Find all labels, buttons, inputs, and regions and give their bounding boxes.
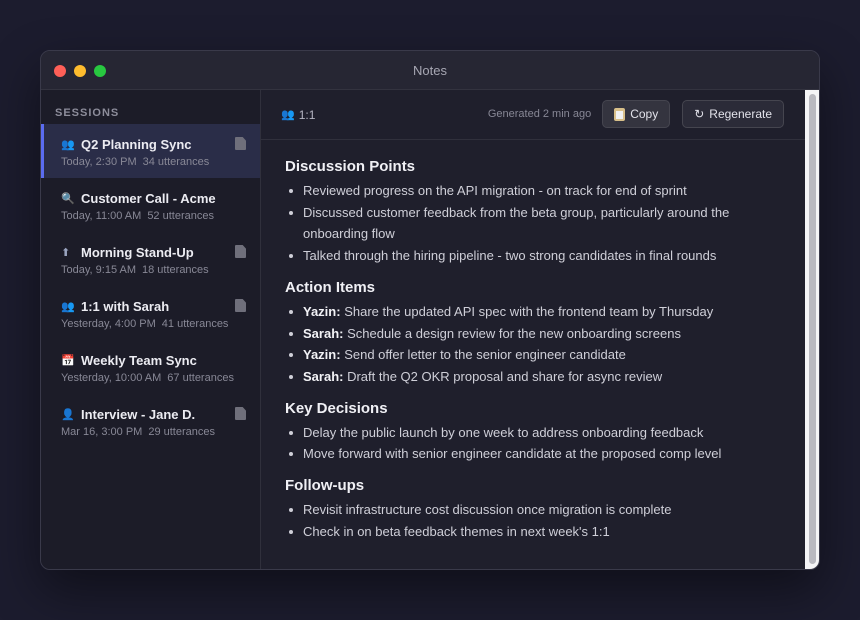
notes-window: Notes SESSIONS 👥 Q2 Planning Sync Today,… <box>40 50 820 570</box>
section-heading: Key Decisions <box>285 399 388 417</box>
session-title: Customer Call - Acme <box>81 190 216 206</box>
list-item: Delay the public launch by one week to a… <box>285 422 795 444</box>
list-item: Sarah: Draft the Q2 OKR proposal and sha… <box>285 366 795 388</box>
session-utterance-count: 52 utterances <box>147 210 214 222</box>
follow-ups-section: Follow-ups Revisit infrastructure cost d… <box>285 477 795 542</box>
session-item-interview-jane-d[interactable]: 👤 Interview - Jane D. Mar 16, 3:00 PM 29 … <box>41 394 260 448</box>
action-items-section: Action Items Yazin: Share the updated AP… <box>285 279 795 388</box>
document-icon <box>235 245 246 258</box>
clipboard-icon <box>614 107 626 121</box>
notes-content: Discussion Points Reviewed progress on t… <box>261 140 819 569</box>
list-item: Revisit infrastructure cost discussion o… <box>285 499 795 521</box>
session-item-morning-stand-up[interactable]: ⬆ Morning Stand-Up Today, 9:15 AM 18 utte… <box>41 232 260 286</box>
list-item: Move forward with senior engineer candid… <box>285 443 795 465</box>
session-utterance-count: 41 utterances <box>161 318 229 330</box>
assignee: Sarah: <box>303 368 344 384</box>
list-item: Check in on beta feedback themes in next… <box>285 521 795 543</box>
session-meta: Yesterday, 4:00 PM 41 utterances <box>61 318 260 330</box>
search-icon: 🔍 <box>61 192 75 205</box>
session-title: Q2 Planning Sync <box>81 136 192 152</box>
assignee: Yazin: <box>303 303 341 319</box>
scrollbar-thumb[interactable] <box>809 94 816 564</box>
list-item: Sarah: Schedule a design review for the … <box>285 323 795 345</box>
list-item: Yazin: Share the updated API spec with t… <box>285 301 795 323</box>
action-text: Send offer letter to the senior engineer… <box>340 347 626 363</box>
calendar-icon: 📅 <box>61 354 75 367</box>
meeting-type-label: 👥 1:1 <box>281 108 315 122</box>
generated-timestamp: Generated 2 min ago <box>487 108 592 120</box>
session-title: 1:1 with Sarah <box>81 298 170 314</box>
document-icon <box>235 407 246 420</box>
session-utterance-count: 34 utterances <box>142 156 210 168</box>
action-text: Schedule a design review for the new onb… <box>343 325 681 341</box>
list-item: Reviewed progress on the API migration -… <box>285 180 795 202</box>
section-heading: Discussion Points <box>285 158 416 175</box>
group-icon: 👥 <box>61 138 75 151</box>
session-time: Today, 11:00 AM <box>61 210 142 222</box>
session-title: Weekly Team Sync <box>81 352 197 368</box>
title-bar: Notes <box>41 51 819 90</box>
document-icon <box>235 137 246 150</box>
group-icon: 👥 <box>281 109 295 121</box>
meeting-type-text: 1:1 <box>298 107 316 122</box>
copy-button[interactable]: Copy <box>602 100 671 128</box>
assignee: Yazin: <box>303 347 341 363</box>
sidebar-header: SESSIONS <box>55 107 120 119</box>
regenerate-button[interactable]: ↻ Regenerate <box>682 100 784 128</box>
session-time: Mar 16, 3:00 PM <box>61 426 143 438</box>
session-utterance-count: 29 utterances <box>148 426 215 438</box>
list-item: Talked through the hiring pipeline - two… <box>285 245 795 267</box>
person-icon: 👤 <box>61 408 75 421</box>
key-decisions-section: Key Decisions Delay the public launch by… <box>285 400 795 465</box>
copy-button-label: Copy <box>630 107 659 121</box>
arrow-up-icon: ⬆ <box>61 246 71 259</box>
document-icon <box>235 299 246 312</box>
session-time: Today, 9:15 AM <box>61 264 137 276</box>
session-time: Yesterday, 10:00 AM <box>61 372 162 384</box>
section-heading: Action Items <box>285 278 376 296</box>
session-utterance-count: 18 utterances <box>142 264 209 276</box>
notes-toolbar: 👥 1:1 Generated 2 min ago Copy ↻ Regener… <box>261 90 819 140</box>
session-item-weekly-team-sync[interactable]: 📅 Weekly Team Sync Yesterday, 10:00 AM 67… <box>41 340 260 394</box>
vertical-scrollbar[interactable] <box>805 90 819 569</box>
section-heading: Follow-ups <box>285 477 365 495</box>
session-meta: Today, 2:30 PM 34 utterances <box>61 156 260 168</box>
regenerate-button-label: Regenerate <box>709 107 772 121</box>
window-title: Notes <box>413 63 447 78</box>
session-title: Interview - Jane D. <box>81 406 196 422</box>
sessions-sidebar: SESSIONS 👥 Q2 Planning Sync Today, 2:30 … <box>41 90 261 569</box>
session-item-1-1-with-sarah[interactable]: 👥 1:1 with Sarah Yesterday, 4:00 PM 41 ut… <box>41 286 260 340</box>
session-meta: Mar 16, 3:00 PM 29 utterances <box>61 426 260 438</box>
session-time: Today, 2:30 PM <box>61 156 137 168</box>
notes-panel: 👥 1:1 Generated 2 min ago Copy ↻ Regener… <box>261 90 819 569</box>
session-meta: Today, 11:00 AM 52 utterances <box>61 210 260 222</box>
session-item-q2-planning-sync[interactable]: 👥 Q2 Planning Sync Today, 2:30 PM 34 utte… <box>41 124 260 178</box>
session-title: Morning Stand-Up <box>81 244 194 260</box>
list-item: Yazin: Send offer letter to the senior e… <box>285 344 795 366</box>
list-item: Discussed customer feedback from the bet… <box>285 202 795 245</box>
group-icon: 👥 <box>61 300 75 313</box>
session-meta: Today, 9:15 AM 18 utterances <box>61 264 260 276</box>
session-meta: Yesterday, 10:00 AM 67 utterances <box>61 372 260 384</box>
session-time: Yesterday, 4:00 PM <box>61 318 156 330</box>
discussion-points-section: Discussion Points Reviewed progress on t… <box>285 158 795 267</box>
refresh-icon: ↻ <box>694 107 705 121</box>
action-text: Share the updated API spec with the fron… <box>340 303 714 319</box>
assignee: Sarah: <box>303 325 344 341</box>
action-text: Draft the Q2 OKR proposal and share for … <box>343 368 663 384</box>
session-item-customer-call-acme[interactable]: 🔍 Customer Call - Acme Today, 11:00 AM 52… <box>41 178 260 232</box>
session-utterance-count: 67 utterances <box>167 372 234 384</box>
